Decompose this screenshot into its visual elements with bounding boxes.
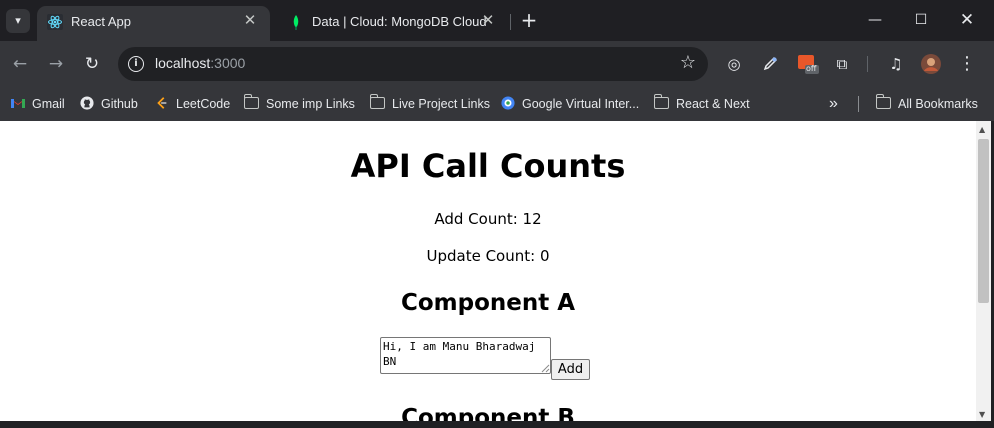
scroll-down-arrow-icon[interactable]: ▼ — [979, 410, 985, 419]
add-count-text: Add Count: 12 — [434, 210, 542, 228]
window-bottom-edge — [0, 421, 994, 428]
new-tab-button[interactable]: + — [518, 8, 540, 32]
github-icon — [80, 96, 94, 110]
tab-mongodb-cloud[interactable]: Data | Cloud: MongoDB Cloud ✕ — [278, 6, 508, 41]
resize-grip-icon[interactable] — [541, 363, 550, 373]
bookmark-folder-react-next[interactable]: React & Next — [653, 94, 750, 114]
minimize-button[interactable]: — — [860, 8, 890, 32]
bookmarks-separator — [858, 96, 859, 112]
tab-title: React App — [71, 14, 131, 29]
folder-icon — [875, 94, 891, 109]
bookmark-gmail[interactable]: Gmail — [10, 94, 65, 114]
message-textarea[interactable]: Hi, I am Manu Bharadwaj BN — [380, 337, 551, 374]
close-window-button[interactable]: ✕ — [952, 8, 982, 32]
tab-strip: ▾ React App ✕ Data | Cloud: MongoDB Clou… — [0, 0, 994, 41]
profile-avatar[interactable] — [919, 52, 943, 76]
bookmark-label: Github — [101, 97, 138, 111]
toolbar-separator — [867, 56, 868, 72]
google-icon — [501, 96, 515, 110]
bookmark-folder-some-imp-links[interactable]: Some imp Links — [243, 94, 355, 114]
bookmark-label: Live Project Links — [392, 97, 490, 111]
react-icon — [47, 14, 63, 30]
address-bar[interactable]: i localhost:3000 ☆ — [118, 47, 708, 81]
tab-search-button[interactable]: ▾ — [6, 9, 30, 33]
bookmarks-bar: Gmail Github LeetCode Some imp Links Liv… — [0, 87, 994, 121]
folder-icon — [653, 94, 669, 109]
bookmark-label: Gmail — [32, 97, 65, 111]
tab-react-app[interactable]: React App ✕ — [37, 6, 270, 41]
page-scrollbar[interactable]: ▲ ▼ — [976, 121, 991, 421]
tab-close-icon[interactable]: ✕ — [240, 11, 260, 29]
extensions-puzzle-icon[interactable]: ⧉ — [830, 52, 854, 76]
eyedropper-extension-icon[interactable] — [758, 52, 782, 76]
bookmark-folder-live-project-links[interactable]: Live Project Links — [369, 94, 490, 114]
forward-button[interactable]: → — [44, 52, 68, 76]
bookmark-github[interactable]: Github — [79, 94, 138, 114]
bookmark-label: All Bookmarks — [898, 97, 978, 111]
scroll-up-arrow-icon[interactable]: ▲ — [979, 125, 985, 134]
update-count-text: Update Count: 0 — [426, 247, 550, 265]
bookmark-label: React & Next — [676, 97, 750, 111]
bookmark-label: Google Virtual Inter... — [522, 97, 640, 111]
bookmark-star-icon[interactable]: ☆ — [680, 52, 696, 73]
browser-window: ▾ React App ✕ Data | Cloud: MongoDB Clou… — [0, 0, 994, 428]
bookmark-leetcode[interactable]: LeetCode — [154, 94, 230, 114]
folder-icon — [369, 94, 385, 109]
leetcode-icon — [157, 97, 167, 109]
bookmark-all-bookmarks[interactable]: All Bookmarks — [875, 94, 978, 114]
target-extension-icon[interactable]: ◎ — [722, 52, 746, 76]
tab-separator — [510, 14, 511, 30]
extension-badge: off — [806, 64, 817, 73]
extension-off-icon[interactable]: off — [796, 52, 820, 76]
bookmark-label: LeetCode — [176, 97, 231, 111]
component-b-heading: Component B — [401, 405, 575, 421]
tab-close-icon[interactable]: ✕ — [478, 11, 498, 29]
scroll-thumb[interactable] — [978, 139, 989, 303]
mongodb-leaf-icon — [293, 15, 299, 30]
toolbar: ← → ↻ i localhost:3000 ☆ ◎ off ⧉ ♫ ⋮ — [0, 41, 994, 87]
bookmarks-overflow-chevron-icon[interactable]: » — [829, 94, 838, 114]
site-info-icon[interactable]: i — [128, 56, 144, 72]
page-viewport: API Call Counts Add Count: 12 Update Cou… — [0, 121, 976, 421]
url-text[interactable]: localhost:3000 — [155, 55, 245, 71]
page-title: API Call Counts — [350, 147, 626, 185]
component-a-heading: Component A — [400, 290, 576, 316]
menu-kebab-icon[interactable]: ⋮ — [955, 52, 979, 76]
bookmark-label: Some imp Links — [266, 97, 355, 111]
url-host: localhost — [155, 55, 211, 71]
media-control-icon[interactable]: ♫ — [884, 52, 908, 76]
eyedropper-icon — [763, 56, 778, 71]
avatar-icon — [921, 54, 941, 74]
bookmark-google-virtual[interactable]: Google Virtual Inter... — [500, 94, 639, 114]
tab-title: Data | Cloud: MongoDB Cloud — [312, 14, 487, 29]
folder-icon — [243, 94, 259, 109]
add-button[interactable]: Add — [551, 359, 590, 380]
reload-button[interactable]: ↻ — [80, 52, 104, 76]
url-port: :3000 — [210, 55, 246, 71]
gmail-icon — [11, 99, 25, 108]
maximize-button[interactable]: ☐ — [906, 8, 936, 32]
back-button[interactable]: ← — [8, 52, 32, 76]
